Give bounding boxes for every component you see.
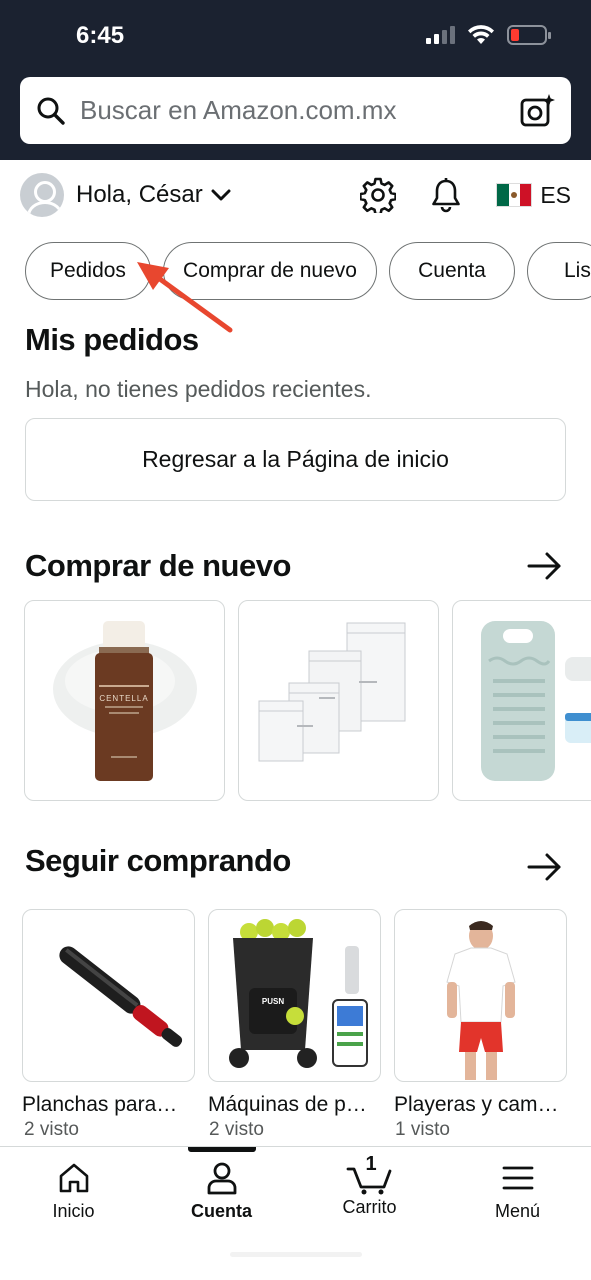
account-row: Hola, César ES [0,160,591,230]
bell-icon[interactable] [430,177,462,213]
keep-shopping-card-ball-machine[interactable]: PUSN [208,909,381,1082]
hair-straightener-image [59,946,183,1047]
hamburger-menu-icon [502,1166,533,1190]
orders-empty-message: Hola, no tienes pedidos recientes. [25,376,372,402]
buy-again-title: Comprar de nuevo [25,548,291,583]
nav-account[interactable]: Cuenta [148,1161,295,1222]
nav-home[interactable]: Inicio [0,1161,147,1222]
search-bar[interactable] [20,77,571,144]
search-input[interactable] [80,95,519,126]
product-seen-count: 2 visto [24,1119,79,1140]
keep-shopping-arrow-icon[interactable] [527,852,563,882]
cart-icon-wrap: 1 [346,1153,394,1195]
product-caption[interactable]: Máquinas de p… [208,1093,378,1117]
bottom-navigation: Inicio Cuenta 1 Carrito Menú [0,1146,591,1280]
cart-count-badge: 1 [365,1153,377,1175]
plastic-bags-image [258,622,406,762]
buy-again-card-bags[interactable] [238,600,439,801]
machine-brand-text: PUSN [262,997,284,1006]
product-caption[interactable]: Playeras y cam… [394,1093,564,1117]
account-greeting[interactable]: Hola, César [76,181,231,209]
serum-label-text: CENTELLA [99,694,148,703]
product-caption[interactable]: Planchas para… [22,1093,192,1117]
status-time: 6:45 [76,22,125,49]
product-seen-count: 1 visto [395,1119,450,1140]
active-tab-indicator [188,1147,256,1152]
top-header: 6:45 [0,0,591,160]
chip-listas[interactable]: Lis [527,242,591,300]
search-icon [37,97,65,125]
language-code: ES [540,181,571,208]
language-selector[interactable]: ES [496,182,571,209]
status-icons [426,24,551,46]
nav-home-label: Inicio [52,1201,95,1221]
buy-again-arrow-icon[interactable] [527,551,563,581]
tennis-ball-machine-image: PUSN [229,919,368,1068]
cellular-signal-icon [426,26,455,44]
home-icon [59,1163,88,1193]
keep-shopping-title: Seguir comprando [25,843,291,878]
person-icon [207,1162,236,1195]
tshirt-model-image [446,921,516,1080]
buy-again-card-washboard[interactable] [452,600,591,801]
nav-cart[interactable]: 1 Carrito [296,1153,443,1218]
nav-cart-label: Carrito [342,1197,397,1217]
nav-menu-label: Menú [494,1201,541,1221]
nav-account-label: Cuenta [190,1201,252,1221]
serum-bottle-image: CENTELLA [53,621,197,781]
keep-shopping-card-tshirt[interactable] [394,909,567,1082]
mexico-flag-icon [496,183,533,207]
camera-search-icon[interactable] [519,93,555,129]
back-to-home-button[interactable]: Regresar a la Página de inicio [25,418,566,501]
chevron-down-icon [211,189,231,201]
avatar[interactable] [20,173,64,217]
greeting-text: Hola, César [76,181,203,208]
buy-again-card-serum[interactable]: CENTELLA [24,600,225,801]
chip-pedidos[interactable]: Pedidos [25,242,151,300]
orders-title: Mis pedidos [25,322,199,357]
keep-shopping-card-straightener[interactable] [22,909,195,1082]
product-seen-count: 2 visto [209,1119,264,1140]
account-shortcut-chips: Pedidos Comprar de nuevo Cuenta Lis [25,242,591,300]
battery-icon [507,25,551,45]
gear-icon[interactable] [360,177,397,213]
chip-cuenta[interactable]: Cuenta [389,242,515,300]
nav-menu[interactable]: Menú [444,1161,591,1222]
home-indicator[interactable] [230,1252,362,1257]
washboard-image [481,621,591,781]
wifi-icon [468,25,494,44]
